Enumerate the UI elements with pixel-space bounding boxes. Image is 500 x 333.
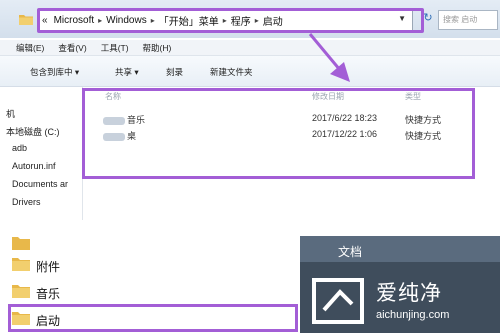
nav-item-computer[interactable]: 机: [6, 107, 15, 120]
documents-link[interactable]: 文档: [338, 243, 362, 260]
start-menu-item-music[interactable]: 音乐: [8, 280, 292, 302]
share-button[interactable]: 共享 ▾: [115, 66, 139, 78]
startup-highlight-box: [8, 304, 298, 332]
start-menu-item-partial[interactable]: [8, 232, 292, 254]
menu-help[interactable]: 帮助(H): [143, 42, 172, 54]
nav-item-autorun[interactable]: Autorun.inf: [12, 161, 56, 171]
menu-edit[interactable]: 编辑(E): [16, 42, 44, 54]
start-menu-label: 附件: [36, 260, 61, 274]
start-menu-item-accessories[interactable]: 附件: [8, 253, 292, 275]
folder-icon: [12, 285, 30, 298]
watermark-url: aichunjing.com: [376, 309, 450, 321]
menu-bar: 编辑(E) 查看(V) 工具(T) 帮助(H): [0, 40, 500, 56]
folder-icon: [12, 258, 30, 271]
new-folder-button[interactable]: 新建文件夹: [210, 66, 253, 78]
folder-icon: [19, 15, 33, 25]
command-toolbar: 包含到库中 ▾ 共享 ▾ 刻录 新建文件夹: [0, 56, 500, 87]
search-input[interactable]: 搜索 启动: [438, 10, 498, 30]
address-highlight-box: [37, 8, 424, 33]
nav-item-local-disk[interactable]: 本地磁盘 (C:): [6, 125, 60, 138]
nav-item-documents[interactable]: Documents ar: [12, 179, 68, 189]
watermark-logo: [312, 278, 364, 324]
content-highlight-box: [82, 88, 475, 179]
watermark: 爱纯净 aichunjing.com: [300, 268, 500, 333]
menu-tools[interactable]: 工具(T): [101, 42, 129, 54]
refresh-icon[interactable]: ↻: [420, 11, 436, 27]
folder-icon: [12, 237, 30, 250]
burn-button[interactable]: 刻录: [166, 66, 183, 78]
navigation-pane: 机 本地磁盘 (C:) adb Autorun.inf Documents ar…: [0, 87, 83, 220]
include-in-library-button[interactable]: 包含到库中 ▾: [30, 66, 79, 78]
pointer-arrow: [308, 33, 350, 82]
watermark-brand: 爱纯净: [376, 281, 442, 305]
nav-item-drivers[interactable]: Drivers: [12, 197, 41, 207]
start-menu-label: 音乐: [36, 287, 61, 301]
nav-item-adb[interactable]: adb: [12, 143, 27, 153]
menu-view[interactable]: 查看(V): [58, 42, 86, 54]
